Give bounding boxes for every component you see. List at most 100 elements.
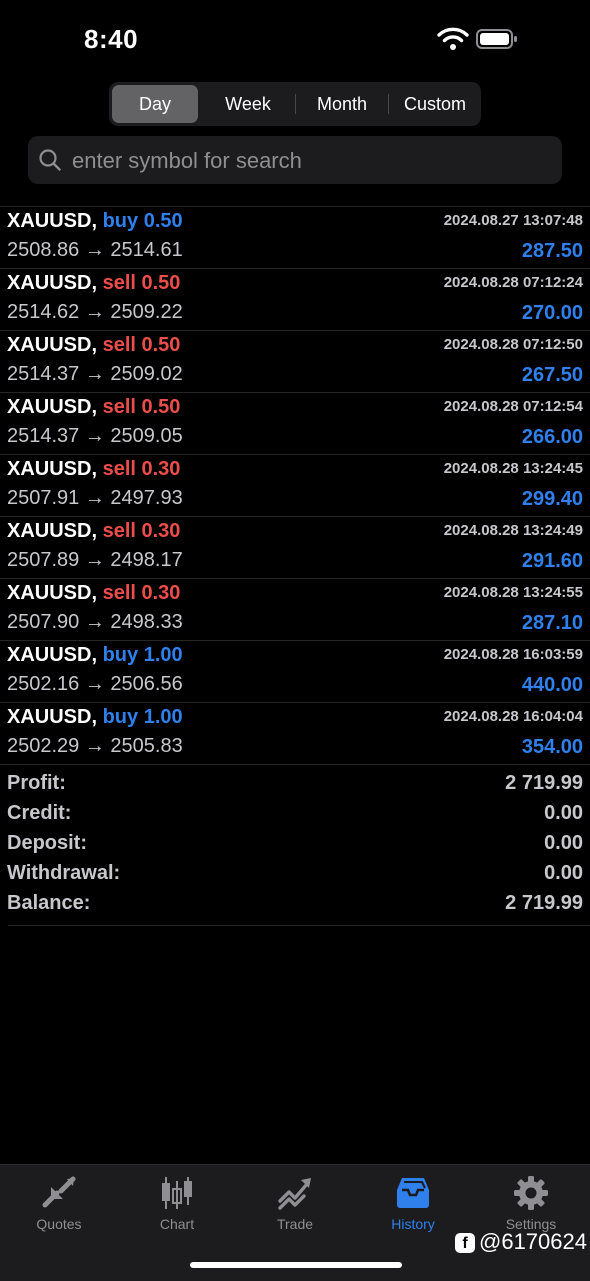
trade-volume: 0.30 bbox=[141, 582, 181, 604]
trade-prices: 2502.16 → 2506.56 bbox=[7, 673, 183, 696]
trade-row[interactable]: XAUUSD, sell 0.50 2514.62 → 2509.22 2024.0… bbox=[0, 269, 590, 331]
trade-prices: 2502.29 → 2505.83 bbox=[7, 735, 183, 758]
tab-chart[interactable]: Chart bbox=[118, 1165, 236, 1245]
trade-side: buy bbox=[102, 706, 139, 728]
trade-time: 2024.08.28 16:04:04 bbox=[443, 708, 583, 725]
symbol-label: XAUUSD, bbox=[7, 644, 98, 666]
trade-row[interactable]: XAUUSD, sell 0.30 2507.91 → 2497.93 2024.0… bbox=[0, 455, 590, 517]
arrow-right-icon: → bbox=[79, 301, 111, 323]
summary-row: Balance: 2 719.99 bbox=[0, 890, 590, 920]
trade-row[interactable]: XAUUSD, buy 0.50 2508.86 → 2514.61 2024.08… bbox=[0, 207, 590, 269]
summary-row: Withdrawal: 0.00 bbox=[0, 860, 590, 890]
search-icon bbox=[39, 149, 61, 171]
trade-volume: 0.50 bbox=[143, 210, 183, 232]
trade-volume: 0.30 bbox=[141, 458, 181, 480]
status-bar: 8:40 bbox=[0, 0, 590, 80]
watermark: f @6170624 bbox=[455, 1229, 587, 1257]
close-price: 2498.33 bbox=[110, 611, 183, 633]
search-input[interactable] bbox=[70, 136, 554, 186]
summary-value: 0.00 bbox=[544, 832, 583, 854]
trade-symbol: XAUUSD, buy 1.00 bbox=[7, 644, 183, 667]
close-price: 2509.22 bbox=[110, 301, 183, 323]
open-price: 2514.37 bbox=[7, 363, 80, 385]
open-price: 2507.90 bbox=[7, 611, 80, 633]
trade-profit: 287.10 bbox=[521, 612, 583, 634]
tab-month[interactable]: Month bbox=[296, 85, 388, 123]
close-price: 2509.05 bbox=[110, 425, 183, 447]
settings-icon bbox=[514, 1176, 548, 1210]
wifi-icon bbox=[437, 27, 469, 50]
summary-label: Credit: bbox=[7, 802, 72, 824]
symbol-label: XAUUSD, bbox=[7, 520, 98, 542]
summary-row: Credit: 0.00 bbox=[0, 800, 590, 830]
trade-row[interactable]: XAUUSD, buy 1.00 2502.16 → 2506.56 2024.08… bbox=[0, 641, 590, 703]
close-price: 2509.02 bbox=[110, 363, 183, 385]
arrow-right-icon: → bbox=[79, 611, 111, 633]
arrow-right-icon: → bbox=[79, 425, 111, 447]
trade-volume: 0.50 bbox=[141, 272, 181, 294]
trade-row[interactable]: XAUUSD, sell 0.50 2514.37 → 2509.02 2024.0… bbox=[0, 331, 590, 393]
open-price: 2507.91 bbox=[7, 487, 80, 509]
trade-time: 2024.08.28 13:24:55 bbox=[443, 584, 583, 601]
trade-row[interactable]: XAUUSD, sell 0.50 2514.37 → 2509.05 2024.0… bbox=[0, 393, 590, 455]
trade-prices: 2507.91 → 2497.93 bbox=[7, 487, 183, 510]
trade-row[interactable]: XAUUSD, sell 0.30 2507.89 → 2498.17 2024.0… bbox=[0, 517, 590, 579]
close-price: 2497.93 bbox=[110, 487, 183, 509]
open-price: 2502.16 bbox=[7, 673, 80, 695]
trade-symbol: XAUUSD, sell 0.50 bbox=[7, 272, 180, 295]
tab-trade[interactable]: Trade bbox=[236, 1165, 354, 1245]
trade-side: sell bbox=[102, 396, 136, 418]
trade-profit: 354.00 bbox=[521, 736, 583, 758]
trade-row[interactable]: XAUUSD, sell 0.30 2507.90 → 2498.33 2024.0… bbox=[0, 579, 590, 641]
trade-time: 2024.08.28 07:12:50 bbox=[443, 336, 583, 353]
chart-icon bbox=[162, 1177, 192, 1209]
history-icon bbox=[397, 1178, 429, 1208]
trade-symbol: XAUUSD, sell 0.50 bbox=[7, 396, 180, 419]
divider bbox=[8, 925, 590, 926]
symbol-label: XAUUSD, bbox=[7, 396, 98, 418]
tab-quotes[interactable]: Quotes bbox=[0, 1165, 118, 1245]
trade-side: buy bbox=[102, 644, 139, 666]
tab-custom[interactable]: Custom bbox=[389, 85, 481, 123]
close-price: 2505.83 bbox=[110, 735, 183, 757]
open-price: 2507.89 bbox=[7, 549, 80, 571]
open-price: 2514.37 bbox=[7, 425, 80, 447]
trade-prices: 2507.90 → 2498.33 bbox=[7, 611, 183, 634]
trade-time: 2024.08.28 13:24:45 bbox=[443, 460, 583, 477]
trade-volume: 0.50 bbox=[141, 396, 181, 418]
trade-side: sell bbox=[102, 582, 136, 604]
symbol-label: XAUUSD, bbox=[7, 272, 98, 294]
open-price: 2514.62 bbox=[7, 301, 80, 323]
trade-prices: 2508.86 → 2514.61 bbox=[7, 239, 183, 262]
trade-time: 2024.08.27 13:07:48 bbox=[443, 212, 583, 229]
trade-time: 2024.08.28 13:24:49 bbox=[443, 522, 583, 539]
symbol-label: XAUUSD, bbox=[7, 582, 98, 604]
summary-label: Withdrawal: bbox=[7, 862, 121, 884]
open-price: 2508.86 bbox=[7, 239, 80, 261]
trade-profit: 440.00 bbox=[521, 674, 583, 696]
trade-side: sell bbox=[102, 272, 136, 294]
arrow-right-icon: → bbox=[79, 673, 111, 695]
tab-label: Quotes bbox=[36, 1216, 82, 1232]
quotes-icon bbox=[42, 1176, 76, 1208]
trade-profit: 270.00 bbox=[521, 302, 583, 324]
status-time: 8:40 bbox=[84, 24, 139, 54]
trade-volume: 1.00 bbox=[143, 706, 183, 728]
trade-history-list: XAUUSD, buy 0.50 2508.86 → 2514.61 2024.08… bbox=[0, 207, 590, 765]
arrow-right-icon: → bbox=[79, 549, 111, 571]
trade-row[interactable]: XAUUSD, buy 1.00 2502.29 → 2505.83 2024.08… bbox=[0, 703, 590, 765]
trade-side: sell bbox=[102, 334, 136, 356]
trade-volume: 1.00 bbox=[143, 644, 183, 666]
tab-week[interactable]: Week bbox=[202, 85, 294, 123]
trade-volume: 0.50 bbox=[141, 334, 181, 356]
trade-symbol: XAUUSD, buy 0.50 bbox=[7, 210, 183, 233]
summary-row: Profit: 2 719.99 bbox=[0, 770, 590, 800]
trade-profit: 287.50 bbox=[521, 240, 583, 262]
tab-day[interactable]: Day bbox=[112, 85, 198, 123]
summary-value: 2 719.99 bbox=[505, 892, 583, 914]
trade-profit: 291.60 bbox=[521, 550, 583, 572]
facebook-icon: f bbox=[455, 1233, 475, 1254]
trade-side: buy bbox=[102, 210, 139, 232]
symbol-label: XAUUSD, bbox=[7, 334, 98, 356]
home-indicator[interactable] bbox=[190, 1262, 402, 1268]
